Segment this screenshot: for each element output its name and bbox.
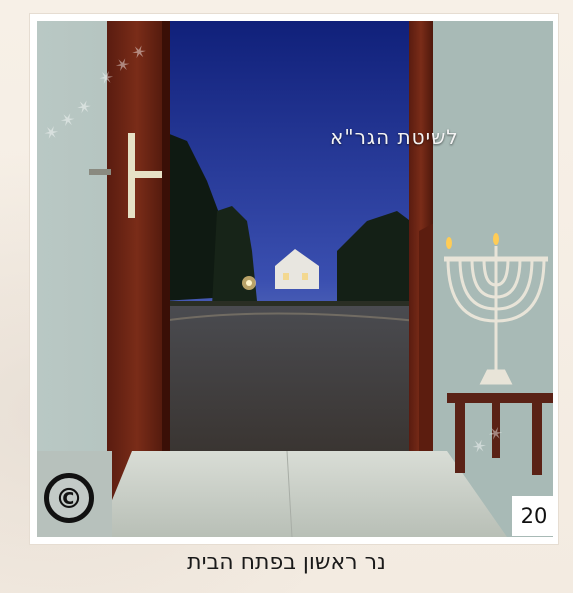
caption: נר ראשון בפתח הבית <box>187 550 386 575</box>
overlay-title: לשיטת הגר"א <box>330 125 459 149</box>
page-number: 20 <box>512 496 556 536</box>
illustration <box>37 21 553 537</box>
copyright-icon: © <box>44 473 94 523</box>
